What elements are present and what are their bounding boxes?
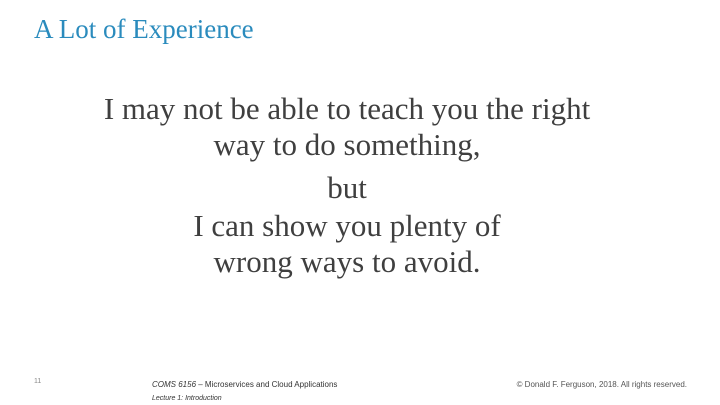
body-line-5: wrong ways to avoid. (213, 244, 481, 279)
course-title: – Microservices and Cloud Applications (196, 380, 338, 389)
footer-course: COMS 6156 – Microservices and Cloud Appl… (152, 380, 337, 389)
body-line-1: I may not be able to teach you the right (103, 91, 591, 126)
body-line-3: but (327, 170, 367, 205)
slide-page-number: 11 (34, 378, 42, 385)
slide-body: I may not be able to teach you the right… (0, 90, 694, 280)
slide: A Lot of Experience I may not be able to… (0, 0, 720, 405)
footer-lecture: Lecture 1: Introduction (152, 395, 222, 402)
footer-copyright: © Donald F. Ferguson, 2018. All rights r… (516, 380, 687, 389)
course-code: COMS 6156 (152, 380, 197, 389)
body-line-4: I can show you plenty of (193, 208, 501, 243)
slide-title: A Lot of Experience (34, 14, 254, 44)
body-line-2: way to do something, (213, 127, 481, 162)
